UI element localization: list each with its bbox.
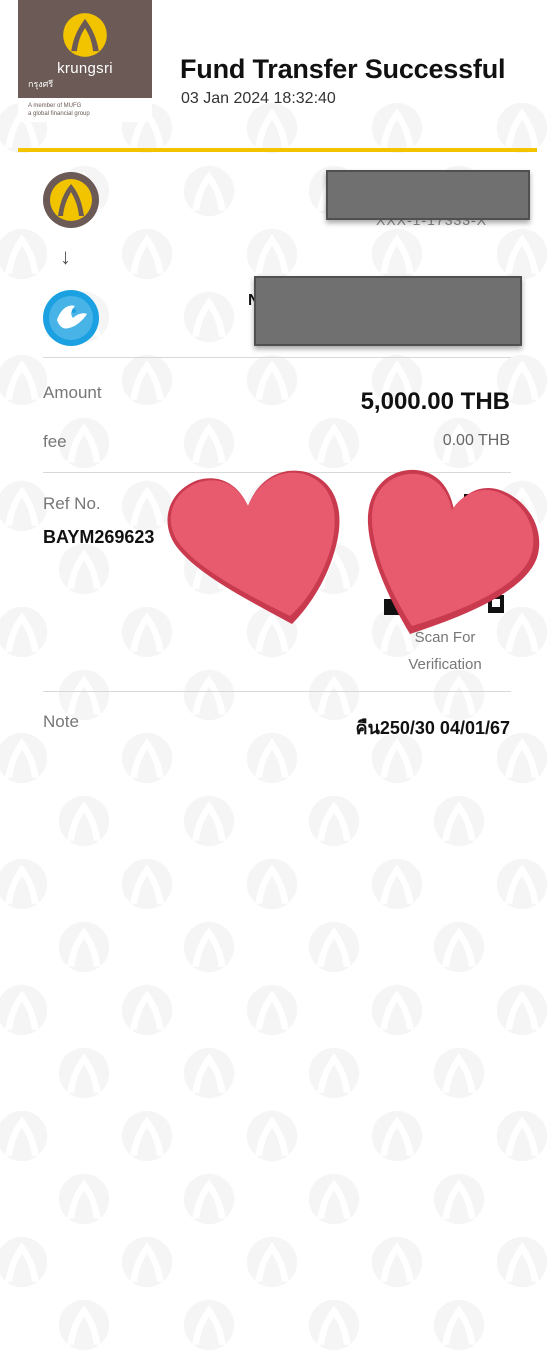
watermark-emblem-icon xyxy=(181,415,237,471)
watermark-emblem-icon xyxy=(181,667,237,723)
krungthai-bird-icon xyxy=(49,296,93,340)
note-label: Note xyxy=(43,712,79,731)
watermark-emblem-icon xyxy=(369,1234,425,1290)
watermark-emblem-icon xyxy=(181,1297,237,1353)
header-divider xyxy=(18,148,537,152)
krungsri-emblem-icon xyxy=(63,13,107,57)
watermark-emblem-icon xyxy=(0,226,50,282)
watermark-emblem-icon xyxy=(431,793,487,849)
watermark-emblem-icon xyxy=(306,1171,362,1227)
transfer-arrow-icon: ↓ xyxy=(60,244,71,269)
watermark-emblem-icon xyxy=(181,1045,237,1101)
brand-name: krungsri xyxy=(57,60,113,77)
watermark-emblem-icon xyxy=(369,1108,425,1164)
watermark-emblem-icon xyxy=(431,1045,487,1101)
scan-text-line-2: Verification xyxy=(408,656,482,673)
watermark-emblem-icon xyxy=(244,856,300,912)
watermark-emblem-icon xyxy=(119,226,175,282)
watermark-emblem-icon xyxy=(56,1171,112,1227)
watermark-emblem-icon xyxy=(431,919,487,975)
brand-tagline-1: A member of MUFG xyxy=(28,103,82,109)
watermark-emblem-icon xyxy=(306,793,362,849)
heart-sticker-icon xyxy=(367,469,540,634)
heart-sticker-icon xyxy=(167,470,340,624)
transaction-datetime: 03 Jan 2024 18:32:40 xyxy=(181,90,336,107)
watermark-emblem-icon xyxy=(181,163,237,219)
watermark-emblem-icon xyxy=(494,1234,550,1290)
watermark-emblem-icon xyxy=(0,730,50,786)
fee-value: 0.00 THB xyxy=(442,432,510,449)
watermark-emblem-icon xyxy=(306,919,362,975)
watermark-emblem-icon xyxy=(181,919,237,975)
watermark-emblem-icon xyxy=(0,1108,50,1164)
watermark-emblem-icon xyxy=(0,982,50,1038)
brand-tagline-2: a global financial group xyxy=(28,111,90,117)
to-bank-icon xyxy=(43,290,99,346)
watermark-emblem-icon xyxy=(244,226,300,282)
watermark-emblem-icon xyxy=(0,856,50,912)
divider xyxy=(43,691,511,692)
brand-tagline: A member of MUFG a global financial grou… xyxy=(18,98,152,122)
watermark-emblem-icon xyxy=(181,1171,237,1227)
watermark-emblem-icon xyxy=(56,919,112,975)
watermark-emblem-icon xyxy=(494,982,550,1038)
watermark-emblem-icon xyxy=(244,1234,300,1290)
watermark-emblem-icon xyxy=(306,415,362,471)
ref-label: Ref No. xyxy=(43,494,101,513)
watermark-emblem-icon xyxy=(119,730,175,786)
from-bank-icon xyxy=(43,172,99,228)
watermark-emblem-icon xyxy=(119,982,175,1038)
watermark-emblem-icon xyxy=(306,667,362,723)
watermark-emblem-icon xyxy=(494,226,550,282)
watermark-emblem-icon xyxy=(56,541,112,597)
watermark-emblem-icon xyxy=(494,856,550,912)
page-title: Fund Transfer Successful xyxy=(180,54,506,84)
fee-label: fee xyxy=(43,432,67,451)
watermark-emblem-icon xyxy=(369,226,425,282)
watermark-emblem-icon xyxy=(119,1108,175,1164)
watermark-emblem-icon xyxy=(56,1297,112,1353)
krungsri-emblem-icon xyxy=(50,179,92,221)
watermark-emblem-icon xyxy=(431,1171,487,1227)
watermark-emblem-icon xyxy=(306,1045,362,1101)
krungsri-logo: krungsri กรุงศรี A member of MUFG a glob… xyxy=(18,0,152,122)
amount-label: Amount xyxy=(43,383,102,402)
watermark-emblem-icon xyxy=(431,1297,487,1353)
note-value: คืน250/30 04/01/67 xyxy=(355,718,510,738)
ref-value: BAYM269623 xyxy=(43,527,155,547)
amount-value: 5,000.00 THB xyxy=(360,388,510,415)
redaction-box xyxy=(326,170,530,220)
watermark-emblem-icon xyxy=(119,1234,175,1290)
watermark-emblem-icon xyxy=(181,793,237,849)
redaction-box xyxy=(254,276,522,346)
divider xyxy=(43,357,511,358)
watermark-emblem-icon xyxy=(0,604,50,660)
watermark-emblem-icon xyxy=(56,793,112,849)
watermark-emblem-icon xyxy=(494,1108,550,1164)
watermark-emblem-icon xyxy=(369,982,425,1038)
watermark-emblem-icon xyxy=(244,1108,300,1164)
watermark-emblem-icon xyxy=(369,856,425,912)
watermark-emblem-icon xyxy=(119,352,175,408)
watermark-emblem-icon xyxy=(181,289,237,345)
watermark-emblem-icon xyxy=(119,856,175,912)
watermark-emblem-icon xyxy=(244,352,300,408)
watermark-emblem-icon xyxy=(56,1045,112,1101)
watermark-emblem-icon xyxy=(0,1234,50,1290)
watermark-emblem-icon xyxy=(306,1297,362,1353)
watermark-emblem-icon xyxy=(244,982,300,1038)
brand-name-thai: กรุงศรี xyxy=(28,79,54,89)
watermark-emblem-icon xyxy=(244,730,300,786)
